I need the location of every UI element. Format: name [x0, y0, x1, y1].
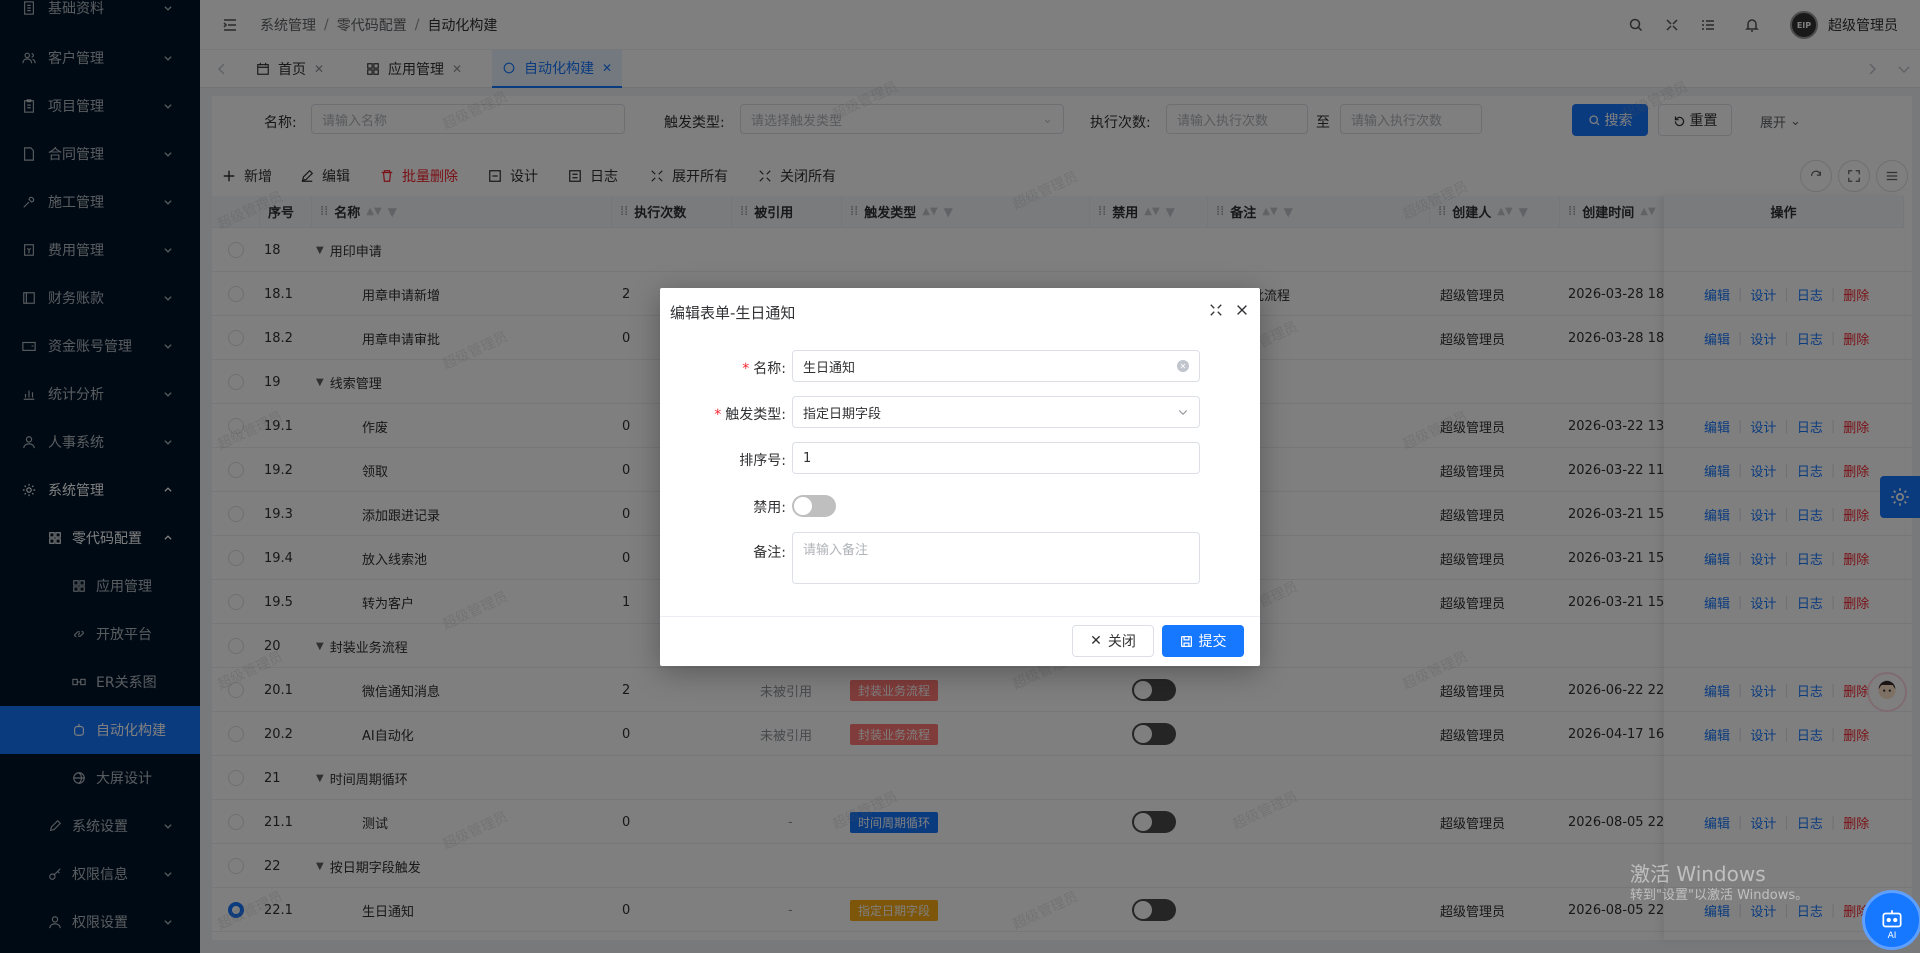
close-icon: ✕ [1090, 633, 1102, 649]
save-icon [1180, 635, 1192, 647]
ai-label: AI [1887, 931, 1897, 941]
windows-activation-hint: 转到"设置"以激活 Windows。 [1630, 888, 1809, 903]
remark-label: 备注: [753, 545, 786, 561]
dialog-sort-input[interactable]: 1 [792, 442, 1200, 474]
dialog-trigger-select[interactable]: 指定日期字段 [792, 396, 1200, 428]
sort-label: 排序号: [739, 453, 786, 469]
dialog-footer: ✕ 关闭 提交 [660, 616, 1260, 666]
disabled-switch[interactable] [792, 495, 836, 517]
clear-icon[interactable]: ✕ [1177, 360, 1189, 372]
app-root: 基础资料 客户管理 项目管理 合同管理 施工管理 费用管理 财务账款 资金账号管… [0, 0, 1920, 953]
robot-icon [1882, 910, 1902, 928]
edit-dialog: 编辑表单-生日通知 * 名称: 生日通知 ✕ * 触发类型: 指定日期字段 排序号:… [660, 288, 1260, 666]
name-label: * 名称: [742, 361, 786, 377]
disabled-label: 禁用: [753, 500, 786, 516]
dialog-name-input[interactable]: 生日通知 ✕ [792, 350, 1200, 382]
chevron-down-icon [1178, 410, 1188, 416]
close-icon[interactable] [1232, 300, 1252, 320]
maximize-icon[interactable] [1206, 300, 1226, 320]
dialog-remark-textarea[interactable]: 请输入备注 [792, 532, 1200, 584]
ai-assistant-button[interactable]: AI [1862, 890, 1920, 950]
close-button[interactable]: ✕ 关闭 [1072, 625, 1154, 657]
dialog-title: 编辑表单-生日通知 [670, 304, 796, 322]
windows-activation-title: 激活 Windows [1630, 862, 1766, 886]
submit-button[interactable]: 提交 [1162, 625, 1244, 657]
trigger-type-label: * 触发类型: [714, 407, 786, 423]
